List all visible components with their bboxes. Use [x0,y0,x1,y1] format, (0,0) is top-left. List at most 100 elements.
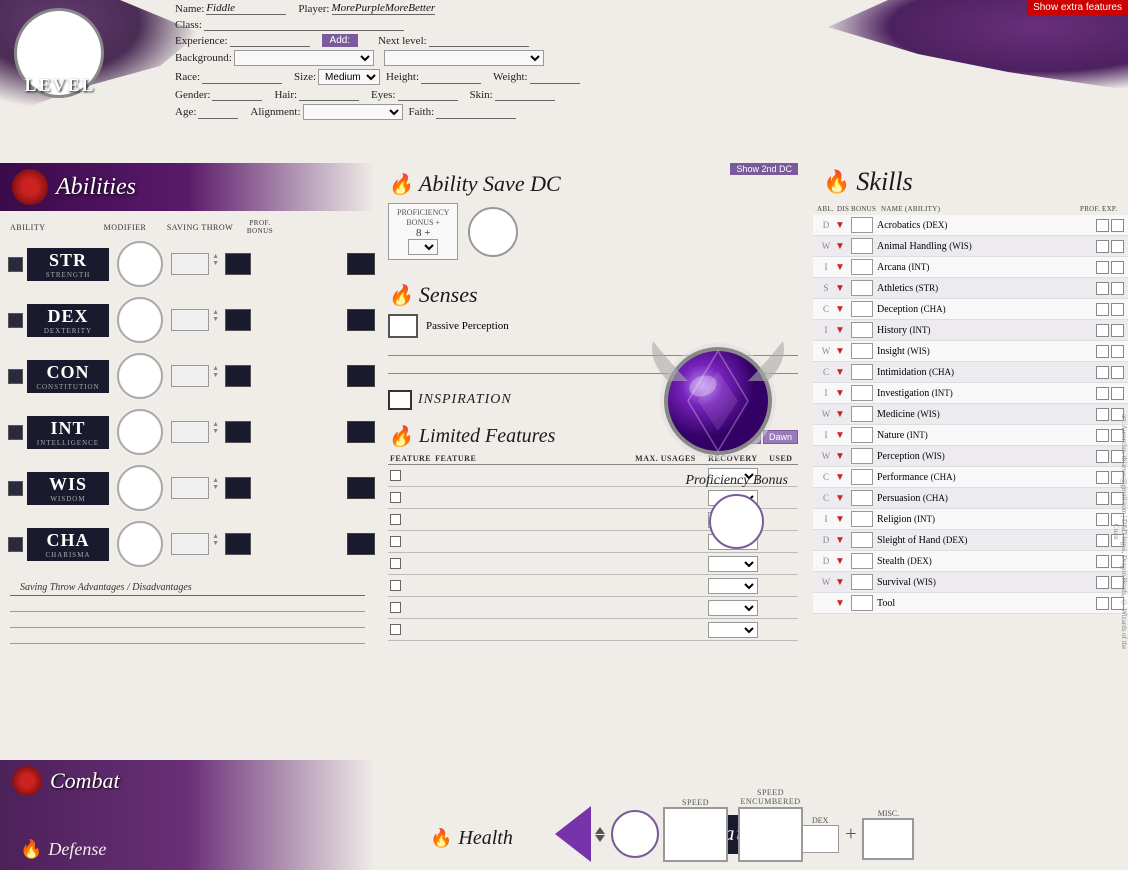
dc-select[interactable] [408,239,438,255]
skill-exp-checkbox[interactable] [1111,366,1124,379]
lf-recovery-select[interactable] [708,600,758,616]
initiative-up-icon[interactable] [595,827,605,834]
lf-recovery-select[interactable] [708,622,758,638]
skill-prof-checkbox[interactable] [1096,366,1109,379]
player-value[interactable]: MorePurpleMoreBetter [332,2,436,15]
ability-side-btn-wis[interactable] [347,477,375,499]
lf-row-max-usages[interactable] [633,597,706,619]
skill-exp-checkbox[interactable] [1111,345,1124,358]
lf-row-max-usages[interactable] [633,619,706,641]
age-value[interactable] [198,106,238,119]
lf-row-used[interactable] [767,619,798,641]
hair-value[interactable] [299,88,359,101]
skill-prof-checkbox[interactable] [1096,492,1109,505]
ability-side-btn-int[interactable] [347,421,375,443]
background-select[interactable] [234,50,374,66]
skill-prof-checkbox[interactable] [1096,597,1109,610]
experience-value[interactable] [230,34,310,47]
ability-save-box-int[interactable] [171,421,209,443]
next-level-value[interactable] [429,34,529,47]
lf-row-feature[interactable] [433,465,633,487]
lf-row-checkbox[interactable] [390,558,401,569]
ability-save-box-str[interactable] [171,253,209,275]
lf-row-feature[interactable] [433,553,633,575]
lf-row-used[interactable] [767,575,798,597]
gender-value[interactable] [212,88,262,101]
initiative-steppers[interactable] [595,827,605,842]
prof-bonus-box-cha[interactable] [225,533,251,555]
skill-exp-checkbox[interactable] [1111,219,1124,232]
lf-row-recovery[interactable] [706,575,767,597]
lf-row-checkbox[interactable] [390,470,401,481]
size-select[interactable]: Medium [318,69,380,85]
ability-save-box-dex[interactable] [171,309,209,331]
ability-side-btn-cha[interactable] [347,533,375,555]
skill-prof-checkbox[interactable] [1096,345,1109,358]
eyes-value[interactable] [398,88,458,101]
race-value[interactable] [202,71,282,84]
prof-bonus-box-con[interactable] [225,365,251,387]
prof-bonus-box-wis[interactable] [225,477,251,499]
lf-row-feature[interactable] [433,531,633,553]
skill-prof-checkbox[interactable] [1096,387,1109,400]
ability-side-btn-dex[interactable] [347,309,375,331]
speed-encumbered-field[interactable] [738,807,803,862]
ability-score-box-cha[interactable] [8,537,23,552]
skill-exp-checkbox[interactable] [1111,324,1124,337]
skill-prof-checkbox[interactable] [1096,324,1109,337]
dex-field[interactable] [801,825,839,853]
skill-prof-checkbox[interactable] [1096,450,1109,463]
height-value[interactable] [421,71,481,84]
alignment-select[interactable] [303,104,403,120]
prof-bonus-box-int[interactable] [225,421,251,443]
class-value[interactable] [204,18,404,31]
ability-save-box-cha[interactable] [171,533,209,555]
lf-row-feature[interactable] [433,509,633,531]
skill-prof-checkbox[interactable] [1096,471,1109,484]
lf-row-recovery[interactable] [706,553,767,575]
skill-prof-checkbox[interactable] [1096,303,1109,316]
lf-row-feature[interactable] [433,597,633,619]
lf-recovery-select[interactable] [708,556,758,572]
skill-prof-checkbox[interactable] [1096,261,1109,274]
ability-side-btn-con[interactable] [347,365,375,387]
misc-field[interactable] [862,818,914,860]
skill-prof-checkbox[interactable] [1096,576,1109,589]
skin-value[interactable] [495,88,555,101]
skill-prof-checkbox[interactable] [1096,429,1109,442]
skill-prof-checkbox[interactable] [1096,219,1109,232]
lf-row-checkbox[interactable] [390,514,401,525]
speed-field[interactable] [663,807,728,862]
lf-row-feature[interactable] [433,575,633,597]
skill-prof-checkbox[interactable] [1096,534,1109,547]
skill-prof-checkbox[interactable] [1096,240,1109,253]
skill-exp-checkbox[interactable] [1111,303,1124,316]
inspiration-checkbox[interactable] [388,390,412,410]
skill-exp-checkbox[interactable] [1111,282,1124,295]
prof-bonus-box-str[interactable] [225,253,251,275]
ability-side-btn-str[interactable] [347,253,375,275]
faith-value[interactable] [436,106,516,119]
show-2nd-dc-button[interactable]: Show 2nd DC [730,163,798,175]
ability-score-box-con[interactable] [8,369,23,384]
weight-value[interactable] [530,71,580,84]
ability-score-box-int[interactable] [8,425,23,440]
background-select2[interactable] [384,50,544,66]
add-button[interactable]: Add: [322,34,359,47]
lf-row-recovery[interactable] [706,619,767,641]
lf-row-feature[interactable] [433,487,633,509]
lf-row-checkbox[interactable] [390,624,401,635]
skill-exp-checkbox[interactable] [1111,261,1124,274]
lf-row-recovery[interactable] [706,597,767,619]
lf-row-max-usages[interactable] [633,553,706,575]
show-features-button[interactable]: Show extra features [1027,0,1128,15]
lf-row-checkbox[interactable] [390,536,401,547]
skill-prof-checkbox[interactable] [1096,555,1109,568]
lf-row-checkbox[interactable] [390,492,401,503]
ability-score-box-wis[interactable] [8,481,23,496]
skill-exp-checkbox[interactable] [1111,387,1124,400]
ability-save-box-wis[interactable] [171,477,209,499]
lf-row-checkbox[interactable] [390,602,401,613]
prof-bonus-box-dex[interactable] [225,309,251,331]
lf-row-checkbox[interactable] [390,580,401,591]
